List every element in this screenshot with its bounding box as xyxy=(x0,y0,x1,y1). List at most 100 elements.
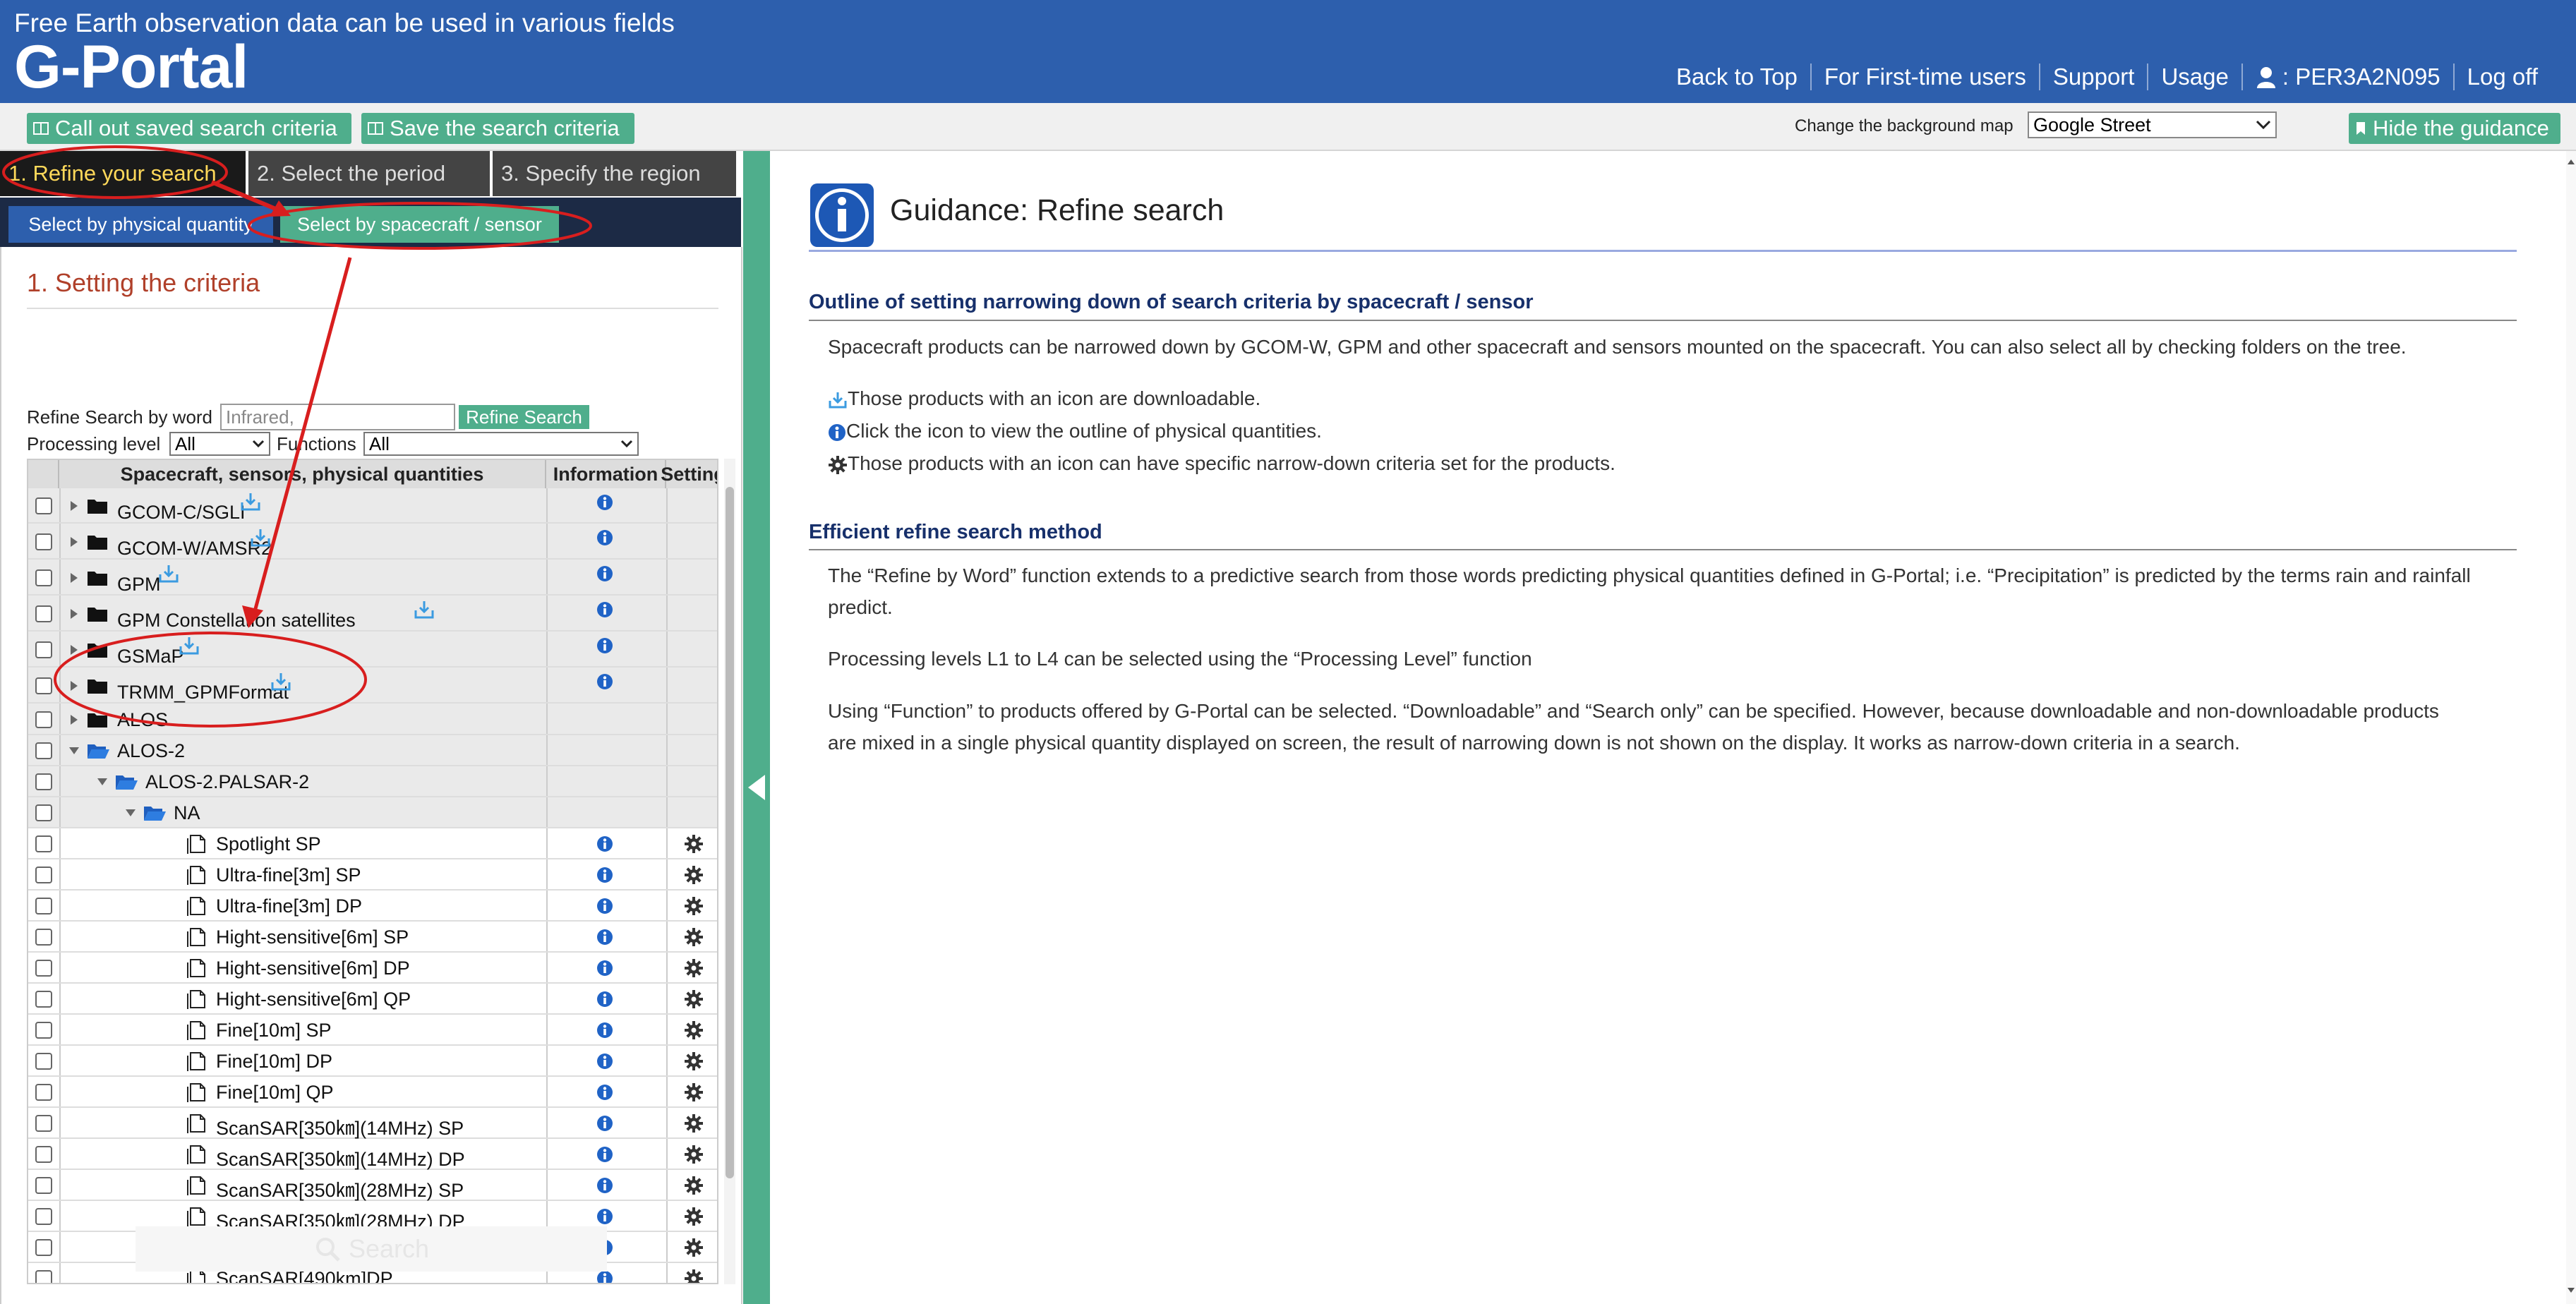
functions-select[interactable]: All xyxy=(363,432,639,456)
tree-row[interactable]: Spotlight SP xyxy=(28,828,717,859)
tab-physical-quantity[interactable]: Select by physical quantity xyxy=(8,206,273,243)
call-out-saved-criteria-button[interactable]: Call out saved search criteria xyxy=(27,113,351,144)
info-icon[interactable] xyxy=(596,1084,613,1101)
collapse-arrow-icon[interactable] xyxy=(68,744,80,757)
expand-arrow-icon[interactable] xyxy=(68,572,80,584)
refine-word-input[interactable]: Infrared, xyxy=(220,404,455,430)
gear-icon[interactable] xyxy=(684,989,704,1009)
gear-icon[interactable] xyxy=(684,1051,704,1071)
gear-icon[interactable] xyxy=(684,958,704,978)
row-checkbox[interactable] xyxy=(35,533,52,550)
tree-row[interactable]: GCOM-C/SGLI xyxy=(28,488,717,524)
tree-item-label[interactable]: ALOS xyxy=(117,709,168,731)
nav-back-to-top[interactable]: Back to Top xyxy=(1663,64,1810,90)
expand-arrow-icon[interactable] xyxy=(68,680,80,692)
gear-icon[interactable] xyxy=(684,896,704,916)
info-icon[interactable] xyxy=(596,929,613,946)
tree-row[interactable]: ALOS xyxy=(28,704,717,735)
tree-item-label[interactable]: Ultra-fine[3m] DP xyxy=(216,895,362,917)
processing-level-select[interactable]: All xyxy=(169,432,270,456)
row-checkbox[interactable] xyxy=(35,1270,52,1283)
tree-item-label[interactable]: ALOS-2 xyxy=(117,740,185,762)
row-checkbox[interactable] xyxy=(35,1239,52,1256)
tree-item-label[interactable]: Fine[10m] QP xyxy=(216,1082,334,1104)
nav-support[interactable]: Support xyxy=(2038,64,2148,90)
row-checkbox[interactable] xyxy=(35,804,52,821)
info-icon[interactable] xyxy=(596,673,613,690)
info-icon[interactable] xyxy=(596,898,613,914)
info-icon[interactable] xyxy=(596,601,613,618)
tab-specify-region[interactable]: 3. Specify the region xyxy=(493,151,736,196)
info-icon[interactable] xyxy=(596,637,613,654)
info-icon[interactable] xyxy=(596,867,613,883)
info-icon[interactable] xyxy=(596,1053,613,1070)
scroll-down-icon[interactable] xyxy=(2567,1287,2575,1294)
expand-arrow-icon[interactable] xyxy=(68,713,80,726)
nav-user[interactable]: : PER3A2N095 xyxy=(2241,64,2453,90)
expand-arrow-icon[interactable] xyxy=(68,500,80,512)
tree-scroll-thumb[interactable] xyxy=(726,487,734,1178)
tree-row[interactable]: Fine[10m] SP xyxy=(28,1015,717,1046)
expand-arrow-icon[interactable] xyxy=(68,536,80,548)
tree-row[interactable]: TRMM_GPMFormat xyxy=(28,668,717,704)
gear-icon[interactable] xyxy=(684,865,704,885)
gear-icon[interactable] xyxy=(684,1207,704,1226)
tree-row[interactable]: Hight-sensitive[6m] SP xyxy=(28,922,717,953)
tree-row[interactable]: Fine[10m] DP xyxy=(28,1046,717,1077)
bgmap-select[interactable]: Google Street xyxy=(2028,111,2277,138)
download-icon[interactable] xyxy=(158,564,179,584)
tree-item-label[interactable]: GCOM-C/SGLI xyxy=(117,502,246,524)
row-checkbox[interactable] xyxy=(35,1208,52,1225)
tree-row[interactable]: Ultra-fine[3m] DP xyxy=(28,891,717,922)
tree-row[interactable]: Hight-sensitive[6m] DP xyxy=(28,953,717,984)
tree-item-label[interactable]: GPM xyxy=(117,574,161,596)
tree-item-label[interactable]: Hight-sensitive[6m] SP xyxy=(216,926,409,948)
gear-icon[interactable] xyxy=(684,1269,704,1284)
gear-icon[interactable] xyxy=(684,1020,704,1040)
info-icon[interactable] xyxy=(596,1115,613,1132)
info-icon[interactable] xyxy=(596,1177,613,1194)
gear-icon[interactable] xyxy=(684,1238,704,1257)
download-icon[interactable] xyxy=(240,492,261,512)
tree-row[interactable]: Fine[10m] QP xyxy=(28,1077,717,1108)
search-button[interactable]: Search xyxy=(136,1226,607,1272)
row-checkbox[interactable] xyxy=(35,1146,52,1163)
tree-row[interactable]: Ultra-fine[3m] SP xyxy=(28,859,717,891)
row-checkbox[interactable] xyxy=(35,711,52,728)
refine-search-button[interactable]: Refine Search xyxy=(459,405,589,429)
tree-item-label[interactable]: ScanSAR[350㎞](14MHz) DP xyxy=(216,1144,465,1171)
nav-first-time-users[interactable]: For First-time users xyxy=(1810,64,2039,90)
tab-select-period[interactable]: 2. Select the period xyxy=(248,151,490,196)
tree-row[interactable]: GSMaP xyxy=(28,632,717,668)
info-icon[interactable] xyxy=(596,1022,613,1039)
tree-row[interactable]: GCOM-W/AMSR2 xyxy=(28,524,717,560)
row-checkbox[interactable] xyxy=(35,898,52,914)
tree-item-label[interactable]: TRMM_GPMFormat xyxy=(117,682,289,704)
row-checkbox[interactable] xyxy=(35,867,52,883)
collapse-arrow-icon[interactable] xyxy=(96,775,109,788)
tree-item-label[interactable]: Hight-sensitive[6m] QP xyxy=(216,989,411,1010)
tab-refine-search[interactable]: 1. Refine your search xyxy=(0,151,246,196)
tree-row[interactable]: GPM Constellation satellites xyxy=(28,596,717,632)
expand-arrow-icon[interactable] xyxy=(68,608,80,620)
row-checkbox[interactable] xyxy=(35,742,52,759)
tree-item-label[interactable]: Ultra-fine[3m] SP xyxy=(216,864,361,886)
panel-divider[interactable] xyxy=(743,151,770,1304)
download-icon[interactable] xyxy=(179,636,200,656)
row-checkbox[interactable] xyxy=(35,641,52,658)
row-checkbox[interactable] xyxy=(35,929,52,946)
site-logo[interactable]: G-Portal xyxy=(14,37,248,97)
tree-item-label[interactable]: Hight-sensitive[6m] DP xyxy=(216,958,410,979)
row-checkbox[interactable] xyxy=(35,773,52,790)
row-checkbox[interactable] xyxy=(35,1177,52,1194)
nav-usage[interactable]: Usage xyxy=(2147,64,2241,90)
guidance-scrollbar[interactable] xyxy=(2566,151,2576,1304)
tree-item-label[interactable]: ScanSAR[350㎞](28MHz) SP xyxy=(216,1175,464,1202)
tree-row[interactable]: ALOS-2.PALSAR-2 xyxy=(28,766,717,797)
tree-row[interactable]: ScanSAR[350㎞](28MHz) SP xyxy=(28,1170,717,1202)
row-checkbox[interactable] xyxy=(35,497,52,514)
row-checkbox[interactable] xyxy=(35,1115,52,1132)
tree-row[interactable]: ALOS-2 xyxy=(28,735,717,766)
tree-item-label[interactable]: NA xyxy=(174,802,200,824)
hide-guidance-button[interactable]: Hide the guidance xyxy=(2349,113,2560,144)
